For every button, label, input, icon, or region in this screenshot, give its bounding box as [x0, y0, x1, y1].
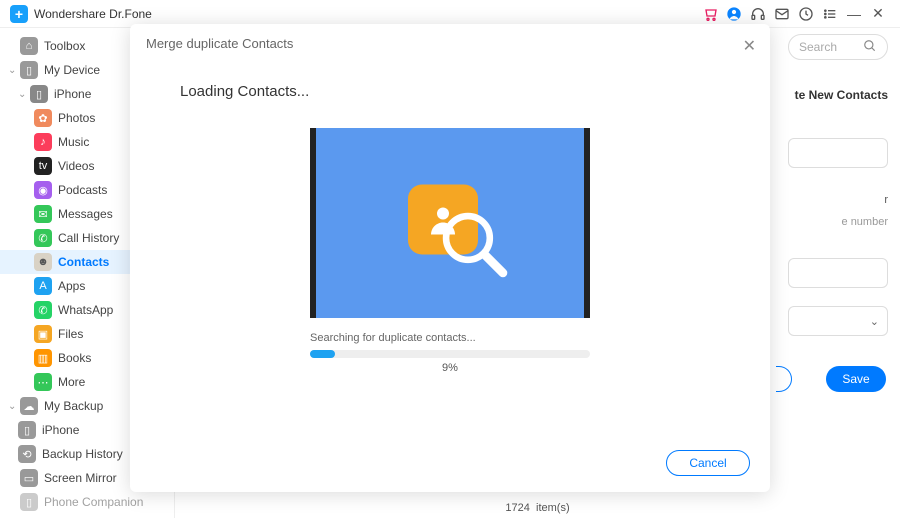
files-icon: ▣ [34, 325, 52, 343]
outline-button-cut[interactable] [776, 366, 792, 392]
new-contacts-title: te New Contacts [795, 88, 888, 102]
phone-icon: ▯ [30, 85, 48, 103]
save-button[interactable]: Save [826, 366, 886, 392]
sidebar-item-label: iPhone [54, 87, 91, 101]
modal-close-button[interactable]: ✕ [743, 36, 756, 56]
status-bar: 1724 item(s) [505, 502, 569, 514]
books-icon: ▥ [34, 349, 52, 367]
companion-icon: ▯ [20, 493, 38, 511]
sidebar-item-label: My Device [44, 63, 100, 77]
progress-fill [310, 350, 335, 358]
sidebar-item-label: Podcasts [58, 183, 107, 197]
progress-percent: 9% [130, 362, 770, 374]
sidebar-item-label: Videos [58, 159, 94, 173]
sidebar-phonecompanion[interactable]: ▯ Phone Companion [0, 490, 174, 514]
app-logo-icon: + [10, 5, 28, 23]
sidebar-item-label: Contacts [58, 255, 109, 269]
sidebar-item-label: Photos [58, 111, 95, 125]
minimize-button[interactable]: — [842, 6, 866, 22]
apps-icon: A [34, 277, 52, 295]
sidebar-item-label: Books [58, 351, 91, 365]
sidebar-item-label: Apps [58, 279, 85, 293]
sidebar-item-label: More [58, 375, 85, 389]
sidebar-item-label: Call History [58, 231, 119, 245]
headphones-icon[interactable] [746, 6, 770, 22]
sidebar-item-label: Backup History [42, 447, 123, 461]
toolbox-icon: ⌂ [20, 37, 38, 55]
whatsapp-icon: ✆ [34, 301, 52, 319]
search-placeholder: Search [799, 40, 837, 54]
phone-icon: ✆ [34, 229, 52, 247]
modal-heading: Loading Contacts... [130, 83, 770, 100]
sidebar-item-label: Messages [58, 207, 113, 221]
mirror-icon: ▭ [20, 469, 38, 487]
history-icon[interactable] [794, 6, 818, 22]
phone-icon: ▯ [18, 421, 36, 439]
videos-icon: tv [34, 157, 52, 175]
backup-icon: ☁ [20, 397, 38, 415]
sidebar-item-label: WhatsApp [58, 303, 113, 317]
more-icon: ⋯ [34, 373, 52, 391]
close-button[interactable]: ✕ [866, 5, 890, 22]
photos-icon: ✿ [34, 109, 52, 127]
magnifier-icon [440, 209, 510, 279]
contacts-icon: ☻ [34, 253, 52, 271]
podcasts-icon: ◉ [34, 181, 52, 199]
history-icon: ⟲ [18, 445, 36, 463]
merge-contacts-modal: Merge duplicate Contacts ✕ Loading Conta… [130, 24, 770, 492]
field-label: r [884, 194, 888, 206]
menu-icon[interactable] [818, 6, 842, 22]
chevron-down-icon: ⌄ [8, 65, 20, 76]
searching-text: Searching for duplicate contacts... [310, 332, 770, 344]
sidebar-item-label: My Backup [44, 399, 103, 413]
email-field[interactable] [788, 258, 888, 288]
search-input[interactable]: Search [788, 34, 888, 60]
sidebar-item-label: Phone Companion [44, 495, 143, 509]
sidebar-item-label: Music [58, 135, 89, 149]
loading-graphic [310, 128, 590, 318]
sidebar-item-label: Files [58, 327, 83, 341]
device-icon: ▯ [20, 61, 38, 79]
progress-bar [310, 350, 590, 358]
account-icon[interactable] [722, 6, 746, 22]
search-icon [863, 39, 877, 56]
group-select[interactable] [788, 306, 888, 336]
field-placeholder: e number [842, 216, 888, 228]
name-field[interactable] [788, 138, 888, 168]
app-title: Wondershare Dr.Fone [34, 7, 152, 21]
chevron-down-icon: ⌄ [8, 401, 20, 412]
music-icon: ♪ [34, 133, 52, 151]
mail-icon[interactable] [770, 6, 794, 22]
sidebar-item-label: Screen Mirror [44, 471, 117, 485]
sidebar-item-label: Toolbox [44, 39, 85, 53]
chevron-down-icon: ⌄ [18, 89, 30, 100]
messages-icon: ✉ [34, 205, 52, 223]
modal-title: Merge duplicate Contacts [130, 24, 770, 63]
sidebar-item-label: iPhone [42, 423, 79, 437]
cancel-button[interactable]: Cancel [666, 450, 750, 476]
cart-icon[interactable] [698, 6, 722, 22]
